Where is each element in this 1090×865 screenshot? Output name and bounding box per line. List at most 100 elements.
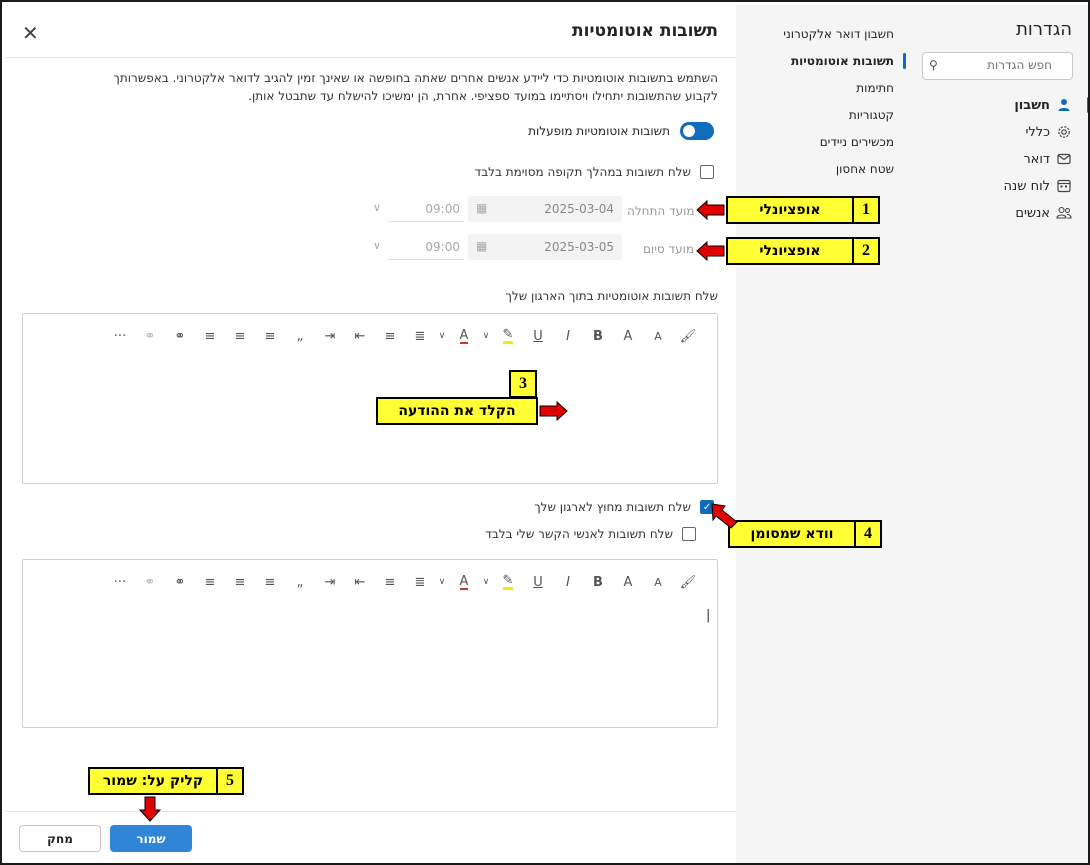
numbering-icon[interactable]: ≡ <box>375 571 405 593</box>
discard-button[interactable]: מחק <box>19 825 101 852</box>
inside-message-editor[interactable]: 🖌 A A B I U ✎ ∨ A ∨ ≣ ≡ ⇤ ⇥ „ ≡ ≡ ≡ ⚭ ⚭ <box>22 313 718 484</box>
align-left-icon[interactable]: ≡ <box>255 571 285 593</box>
red-arrow-left <box>696 240 725 262</box>
start-time-picker[interactable]: 09:00 <box>388 196 464 222</box>
start-date-value: 2025-03-04 <box>544 202 614 216</box>
callout-note: הקלד את ההודעה <box>376 397 538 425</box>
decrease-indent-icon[interactable]: ⇤ <box>345 571 375 593</box>
bold-icon[interactable]: B <box>583 571 613 593</box>
contacts-checkbox-row: שלח תשובות לאנשי הקשר שלי בלבד <box>485 527 696 541</box>
auto-replies-toggle[interactable] <box>680 122 714 140</box>
increase-indent-icon[interactable]: ⇥ <box>315 325 345 347</box>
bullets-icon[interactable]: ≣ <box>405 325 435 347</box>
chevron-down-icon[interactable]: ∨ <box>479 325 493 347</box>
end-date-picker[interactable]: 2025-03-05 ▦ <box>468 234 622 260</box>
grow-font-icon[interactable]: A <box>613 571 643 593</box>
decrease-indent-icon[interactable]: ⇤ <box>345 325 375 347</box>
underline-icon[interactable]: U <box>523 325 553 347</box>
auto-replies-toggle-row: תשובות אוטומטיות מופעלות <box>528 122 714 140</box>
submenu-categories[interactable]: קטגוריות <box>849 108 894 122</box>
increase-indent-icon[interactable]: ⇥ <box>315 571 345 593</box>
contacts-checkbox[interactable] <box>682 527 696 541</box>
settings-search-box[interactable]: ⚲ <box>922 52 1073 80</box>
chevron-down-icon[interactable]: ∨ <box>373 201 381 214</box>
calendar-icon <box>1056 178 1072 194</box>
contacts-label: שלח תשובות לאנשי הקשר שלי בלבד <box>485 527 673 541</box>
unlink-icon[interactable]: ⚭ <box>135 325 165 347</box>
callout-note: קליק על: שמור <box>88 767 218 795</box>
settings-sidebar: הגדרות ⚲ חשבון כללי דואר <box>906 5 1088 863</box>
toggle-label: תשובות אוטומטיות מופעלות <box>528 124 670 138</box>
format-painter-icon[interactable]: 🖌 <box>673 571 703 593</box>
end-date-value: 2025-03-05 <box>544 240 614 254</box>
more-options-icon[interactable]: ··· <box>105 325 135 347</box>
font-size-icon[interactable]: A <box>643 325 673 347</box>
submenu-mobile-devices[interactable]: מכשירים ניידים <box>820 135 894 149</box>
align-right-icon[interactable]: ≡ <box>195 325 225 347</box>
link-icon[interactable]: ⚭ <box>165 571 195 593</box>
editor-toolbar: 🖌 A A B I U ✎ ∨ A ∨ ≣ ≡ ⇤ ⇥ „ ≡ ≡ ≡ ⚭ ⚭ <box>105 325 703 347</box>
close-icon[interactable]: ✕ <box>22 21 39 45</box>
align-center-icon[interactable]: ≡ <box>225 571 255 593</box>
category-general[interactable]: כללי <box>922 121 1072 143</box>
chevron-down-icon[interactable]: ∨ <box>435 325 449 347</box>
inside-org-label: שלח תשובות אוטומטיות בתוך הארגון שלך <box>505 289 718 303</box>
callout-note: וודא שמסומן <box>728 520 856 548</box>
callout-number: 1 <box>852 196 880 224</box>
highlight-icon[interactable]: ✎ <box>493 325 523 347</box>
submenu-email-account[interactable]: חשבון דואר אלקטרוני <box>783 27 894 41</box>
end-time-picker[interactable]: 09:00 <box>388 234 464 260</box>
account-submenu: חשבון דואר אלקטרוני תשובות אוטומטיות חתי… <box>736 5 906 863</box>
format-painter-icon[interactable]: 🖌 <box>673 325 703 347</box>
category-calendar[interactable]: לוח שנה <box>922 175 1072 197</box>
callout-note: אופציונלי <box>726 237 854 265</box>
unlink-icon[interactable]: ⚭ <box>135 571 165 593</box>
period-label: שלח תשובות במהלך תקופה מסוימת בלבד <box>474 165 691 179</box>
italic-icon[interactable]: I <box>553 325 583 347</box>
callout-number: 4 <box>854 520 882 548</box>
font-color-icon[interactable]: A <box>449 571 479 593</box>
underline-icon[interactable]: U <box>523 571 553 593</box>
automatic-replies-panel: תשובות אוטומטיות ✕ השתמש בתשובות אוטומטי… <box>5 5 736 863</box>
category-label: כללי <box>1025 124 1050 140</box>
submenu-signatures[interactable]: חתימות <box>856 81 894 95</box>
period-checkbox[interactable] <box>700 165 714 179</box>
start-date-picker[interactable]: 2025-03-04 ▦ <box>468 196 622 222</box>
numbering-icon[interactable]: ≡ <box>375 325 405 347</box>
chevron-down-icon[interactable]: ∨ <box>435 571 449 593</box>
quote-icon[interactable]: „ <box>285 325 315 347</box>
gear-icon <box>1056 124 1072 140</box>
font-size-icon[interactable]: A <box>643 571 673 593</box>
submenu-automatic-replies[interactable]: תשובות אוטומטיות <box>791 54 894 68</box>
people-icon <box>1056 205 1072 221</box>
font-color-icon[interactable]: A <box>449 325 479 347</box>
highlight-icon[interactable]: ✎ <box>493 571 523 593</box>
callout-number: 3 <box>509 370 537 398</box>
editor-toolbar: 🖌 A A B I U ✎ ∨ A ∨ ≣ ≡ ⇤ ⇥ „ ≡ ≡ ≡ ⚭ ⚭ <box>105 571 703 593</box>
bold-icon[interactable]: B <box>583 325 613 347</box>
italic-icon[interactable]: I <box>553 571 583 593</box>
grow-font-icon[interactable]: A <box>613 325 643 347</box>
screenshot-frame: הגדרות ⚲ חשבון כללי דואר <box>0 0 1090 865</box>
align-center-icon[interactable]: ≡ <box>225 325 255 347</box>
align-right-icon[interactable]: ≡ <box>195 571 225 593</box>
bullets-icon[interactable]: ≣ <box>405 571 435 593</box>
search-icon: ⚲ <box>929 58 938 72</box>
outside-checkbox-row: ✓ שלח תשובות מחוץ לארגון שלך <box>534 500 714 514</box>
divider <box>5 811 736 812</box>
category-label: דואר <box>1023 151 1050 167</box>
chevron-down-icon[interactable]: ∨ <box>373 239 381 252</box>
align-left-icon[interactable]: ≡ <box>255 325 285 347</box>
category-people[interactable]: אנשים <box>922 202 1072 224</box>
submenu-storage[interactable]: שטח אחסון <box>836 162 894 176</box>
link-icon[interactable]: ⚭ <box>165 325 195 347</box>
save-button[interactable]: שמור <box>110 825 192 852</box>
description-text: השתמש בתשובות אוטומטיות כדי ליידע אנשים … <box>113 71 718 103</box>
chevron-down-icon[interactable]: ∨ <box>479 571 493 593</box>
category-mail[interactable]: דואר <box>922 148 1072 170</box>
category-account[interactable]: חשבון <box>922 94 1072 116</box>
settings-search-input[interactable] <box>942 58 1052 72</box>
outside-message-editor[interactable]: 🖌 A A B I U ✎ ∨ A ∨ ≣ ≡ ⇤ ⇥ „ ≡ ≡ ≡ ⚭ ⚭ <box>22 559 718 728</box>
more-options-icon[interactable]: ··· <box>105 571 135 593</box>
quote-icon[interactable]: „ <box>285 571 315 593</box>
